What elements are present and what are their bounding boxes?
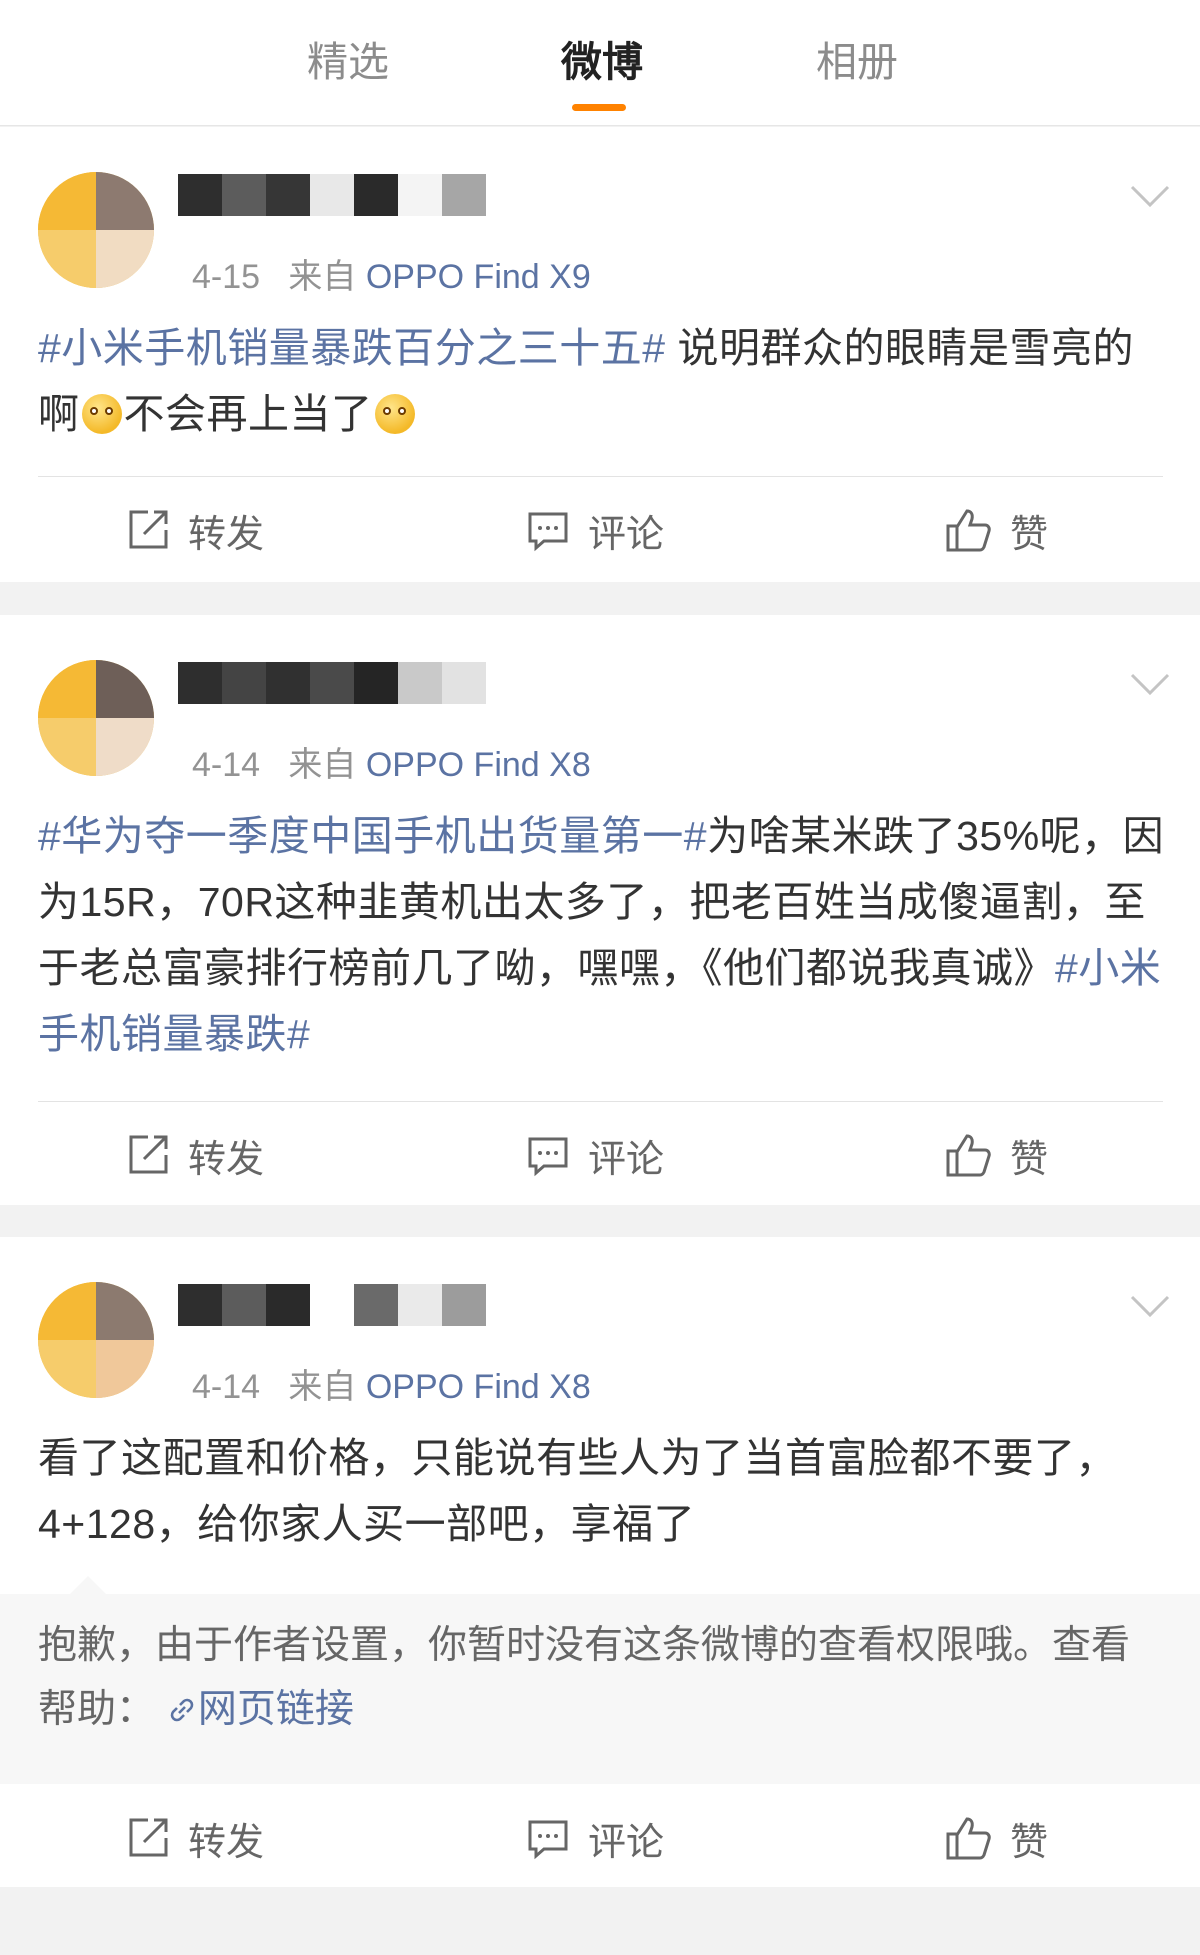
comment-icon: [528, 1820, 568, 1860]
repost-label: 转发: [188, 1138, 265, 1181]
post-card: 4-14 来自 OPPO Find X8 #华为夺一季度中国手机出货量第一#为啥…: [0, 615, 1200, 1205]
comment-button[interactable]: 评论: [526, 1808, 664, 1868]
username-blurred[interactable]: [178, 662, 490, 704]
web-link[interactable]: 网页链接: [166, 1688, 354, 1731]
post-meta: 4-14 来自 OPPO Find X8: [192, 737, 591, 786]
comment-label: 评论: [588, 513, 665, 556]
tab-bar: 精选 微博 相册: [0, 0, 1200, 126]
like-button[interactable]: 赞: [944, 500, 1048, 560]
post-date: 4-15: [192, 258, 261, 296]
like-label: 赞: [1010, 513, 1049, 556]
divider: [38, 476, 1163, 477]
from-label: 来自: [288, 746, 357, 784]
username-blurred[interactable]: [178, 1284, 490, 1326]
topic-link[interactable]: #小米手机销量暴跌百分之三十五#: [38, 325, 666, 371]
repost-button[interactable]: 转发: [126, 1125, 264, 1185]
web-link-label: 网页链接: [197, 1688, 354, 1731]
from-label: 来自: [288, 1368, 357, 1406]
smirk-emoji-icon: [81, 394, 122, 434]
notice-pointer: [70, 1576, 106, 1594]
divider: [38, 1101, 1163, 1102]
post-card: 4-15 来自 OPPO Find X9 #小米手机销量暴跌百分之三十五# 说明…: [0, 127, 1200, 582]
comment-label: 评论: [588, 1138, 665, 1181]
post-text: #小米手机销量暴跌百分之三十五# 说明群众的眼睛是雪亮的啊 不会再上当了: [38, 315, 1168, 447]
tab-weibo[interactable]: 微博: [561, 28, 643, 88]
avatar[interactable]: [38, 172, 154, 288]
like-button[interactable]: 赞: [944, 1125, 1048, 1185]
thumbs-up-icon: [946, 1817, 991, 1860]
repost-label: 转发: [188, 513, 265, 556]
username-blurred[interactable]: [178, 174, 490, 216]
link-icon: [170, 1698, 194, 1722]
post-source[interactable]: OPPO Find X9: [366, 258, 591, 296]
repost-button[interactable]: 转发: [126, 500, 264, 560]
repost-label: 转发: [188, 1821, 265, 1864]
tab-featured[interactable]: 精选: [307, 28, 389, 88]
comment-label: 评论: [588, 1821, 665, 1864]
post-text: 看了这配置和价格，只能说有些人为了当首富脸都不要了，4+128，给你家人买一部吧…: [38, 1435, 1117, 1547]
like-label: 赞: [1010, 1821, 1049, 1864]
comment-button[interactable]: 评论: [526, 500, 664, 560]
post-date: 4-14: [192, 746, 261, 784]
thumbs-up-icon: [946, 1134, 991, 1177]
comment-icon: [528, 512, 568, 552]
notice-text: 抱歉，由于作者设置，你暂时没有这条微博的查看权限哦。查看帮助： 网页链接: [38, 1614, 1168, 1742]
active-tab-indicator: [572, 104, 626, 111]
post-card: 4-14 来自 OPPO Find X8 看了这配置和价格，只能说有些人为了当首…: [0, 1237, 1200, 1887]
share-icon: [129, 1135, 168, 1174]
comment-button[interactable]: 评论: [526, 1125, 664, 1185]
from-label: 来自: [288, 258, 357, 296]
thumbs-up-icon: [946, 509, 991, 552]
post-date: 4-14: [192, 1368, 261, 1406]
chevron-down-icon[interactable]: [1130, 671, 1170, 697]
avatar[interactable]: [38, 1282, 154, 1398]
permission-notice: 抱歉，由于作者设置，你暂时没有这条微博的查看权限哦。查看帮助： 网页链接: [0, 1576, 1200, 1784]
smirk-emoji-icon: [374, 394, 415, 434]
share-icon: [129, 1818, 168, 1857]
post-source[interactable]: OPPO Find X8: [366, 1368, 591, 1406]
repost-button[interactable]: 转发: [126, 1808, 264, 1868]
share-icon: [129, 510, 168, 549]
chevron-down-icon[interactable]: [1130, 183, 1170, 209]
post-meta: 4-15 来自 OPPO Find X9: [192, 249, 591, 298]
post-text: #华为夺一季度中国手机出货量第一#为啥某米跌了35%呢，因为15R，70R这种韭…: [38, 803, 1168, 1067]
tab-album[interactable]: 相册: [816, 28, 898, 88]
comment-icon: [528, 1137, 568, 1177]
post-source[interactable]: OPPO Find X8: [366, 746, 591, 784]
like-button[interactable]: 赞: [944, 1808, 1048, 1868]
chevron-down-icon[interactable]: [1130, 1293, 1170, 1319]
topic-link[interactable]: #华为夺一季度中国手机出货量第一#: [38, 813, 707, 859]
avatar[interactable]: [38, 660, 154, 776]
like-label: 赞: [1010, 1138, 1049, 1181]
post-meta: 4-14 来自 OPPO Find X8: [192, 1359, 591, 1408]
post-text-part: 不会再上当了: [123, 391, 373, 437]
